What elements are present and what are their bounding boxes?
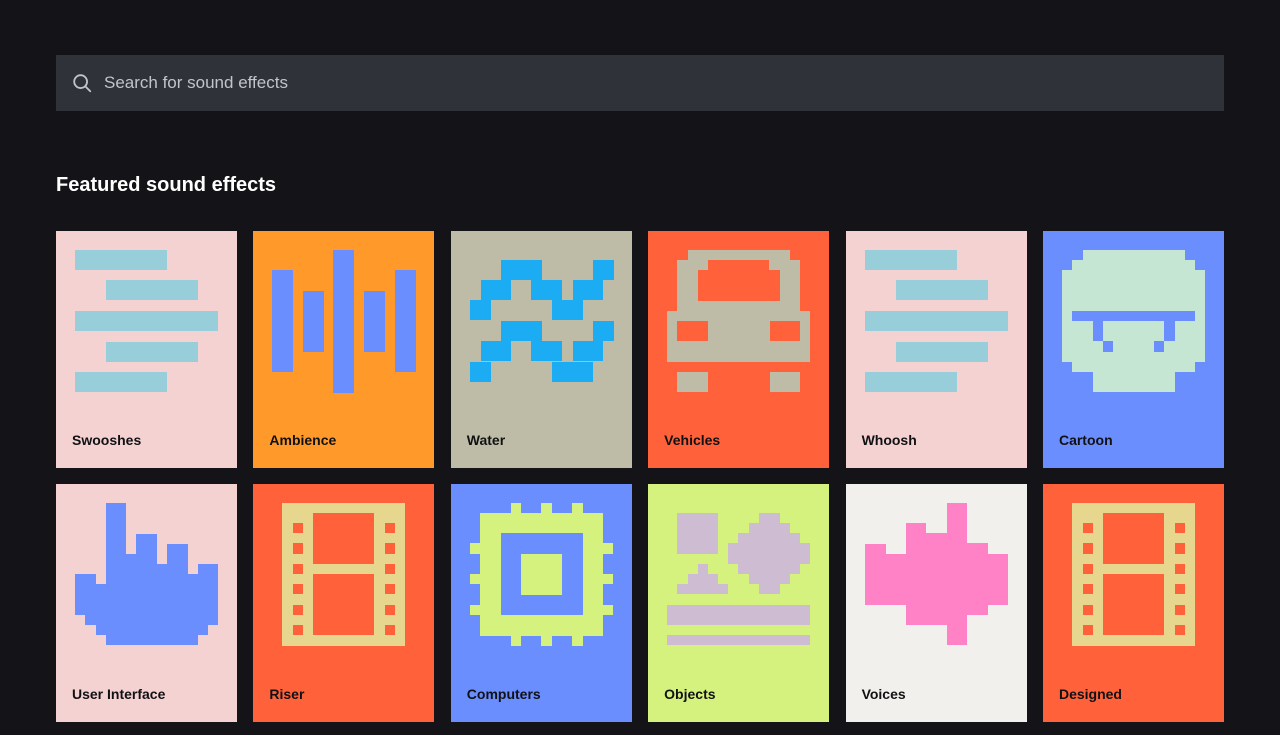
category-card-swooshes[interactable]: Swooshes [56, 231, 237, 468]
category-card-vehicles[interactable]: Vehicles [648, 231, 830, 468]
section-title: Featured sound effects [56, 174, 277, 196]
category-card-riser[interactable]: Riser [253, 484, 435, 722]
category-card-label: Objects [664, 686, 716, 702]
car-icon [667, 250, 811, 392]
pointer-hand-icon [75, 503, 218, 645]
category-card-label: Voices [861, 686, 906, 702]
category-card-user-interface[interactable]: User Interface [56, 484, 237, 722]
search-bar[interactable] [56, 55, 1224, 111]
category-card-computers[interactable]: Computers [450, 484, 632, 722]
swoosh-bars-icon [75, 250, 218, 392]
category-card-designed[interactable]: Designed [1042, 484, 1224, 722]
featured-grid: Swooshes Ambience Water Vehicles Whoosh … [56, 231, 1224, 722]
swoosh-bars-icon [864, 250, 1008, 392]
smile-face-icon [1061, 250, 1205, 392]
soundwave-icon [272, 250, 417, 393]
category-card-whoosh[interactable]: Whoosh [845, 231, 1027, 468]
voice-burst-icon [864, 503, 1008, 645]
category-card-label: Riser [269, 686, 305, 702]
category-card-voices[interactable]: Voices [845, 484, 1027, 722]
category-card-label: Designed [1058, 686, 1122, 702]
category-card-label: Water [466, 432, 506, 448]
category-card-water[interactable]: Water [450, 231, 632, 468]
category-card-label: Whoosh [861, 432, 917, 448]
category-card-label: User Interface [72, 686, 166, 702]
category-card-ambience[interactable]: Ambience [253, 231, 435, 468]
category-card-cartoon[interactable]: Cartoon [1042, 231, 1224, 468]
film-strip-icon [282, 503, 406, 646]
category-card-label: Ambience [269, 432, 337, 448]
chip-icon [469, 503, 613, 646]
category-card-label: Computers [466, 686, 541, 702]
category-card-objects[interactable]: Objects [648, 484, 830, 722]
wave-icon [469, 260, 614, 382]
category-card-label: Cartoon [1058, 432, 1113, 448]
shapes-icon [667, 513, 811, 645]
search-input[interactable] [102, 55, 1224, 111]
film-strip-icon [1071, 503, 1195, 646]
category-card-label: Swooshes [72, 432, 142, 448]
category-card-label: Vehicles [664, 432, 721, 448]
search-icon [73, 74, 92, 93]
